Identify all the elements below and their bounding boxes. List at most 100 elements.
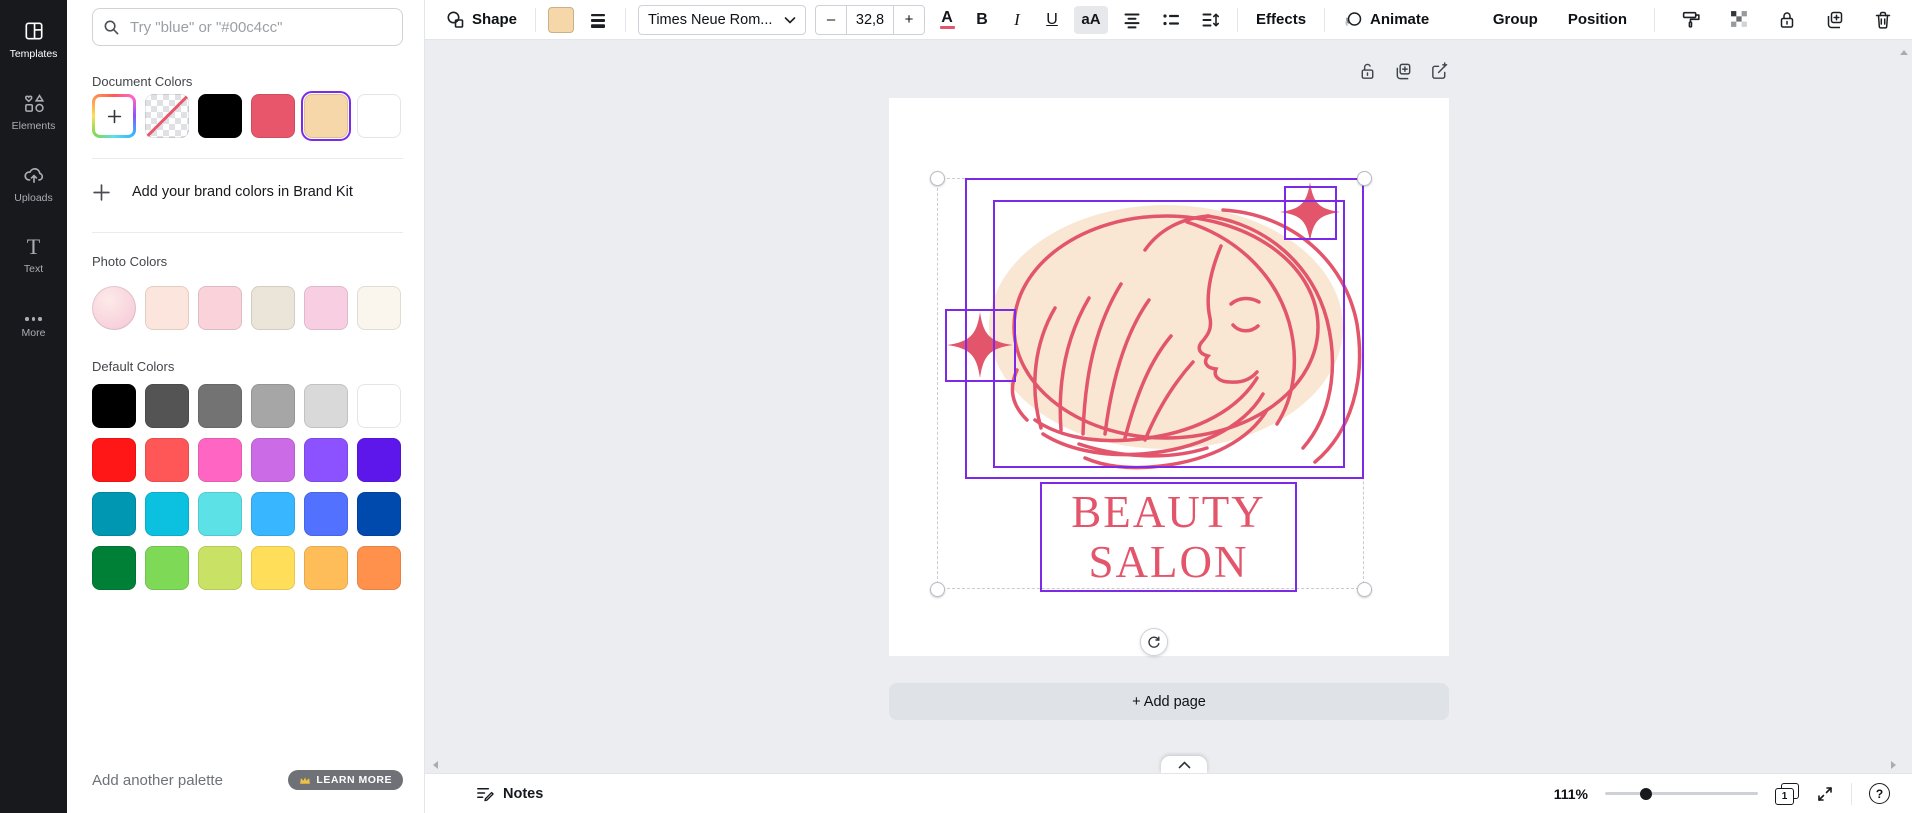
delete-button[interactable] bbox=[1868, 5, 1898, 35]
canvas-area[interactable]: BEAUTY SALON + Add page bbox=[425, 40, 1912, 773]
color-swatch[interactable] bbox=[92, 384, 136, 428]
copy-style-button[interactable] bbox=[1676, 5, 1706, 35]
spacing-button[interactable] bbox=[1195, 5, 1225, 35]
panel-footer: Add another palette LEARN MORE bbox=[92, 770, 403, 790]
no-color-swatch[interactable] bbox=[145, 94, 189, 138]
increase-font-size-button[interactable]: + bbox=[894, 6, 924, 34]
duplicate-button[interactable] bbox=[1820, 5, 1850, 35]
text-case-button[interactable]: aA bbox=[1074, 6, 1108, 34]
photo-color-swatch[interactable] bbox=[357, 286, 401, 330]
sidebar-item-uploads[interactable]: Uploads bbox=[0, 148, 67, 220]
fill-color-swatch[interactable] bbox=[548, 7, 574, 33]
default-colors-row bbox=[92, 384, 403, 428]
photo-color-swatch[interactable] bbox=[145, 286, 189, 330]
color-swatch-selected[interactable] bbox=[304, 94, 348, 138]
resize-handle-bottom-right[interactable] bbox=[1357, 582, 1372, 597]
help-button[interactable]: ? bbox=[1869, 783, 1890, 804]
color-swatch[interactable] bbox=[251, 384, 295, 428]
divider bbox=[625, 8, 626, 32]
add-color-swatch[interactable] bbox=[92, 94, 136, 138]
sidebar-item-more[interactable]: More bbox=[0, 292, 67, 364]
color-swatch[interactable] bbox=[92, 546, 136, 590]
color-swatch[interactable] bbox=[198, 94, 242, 138]
fullscreen-button[interactable] bbox=[1816, 785, 1834, 803]
photo-color-swatch[interactable] bbox=[304, 286, 348, 330]
color-swatch[interactable] bbox=[357, 438, 401, 482]
font-size-value[interactable]: 32,8 bbox=[846, 6, 894, 34]
add-another-palette-button[interactable]: Add another palette bbox=[92, 772, 223, 789]
resize-handle-top-left[interactable] bbox=[930, 171, 945, 186]
resize-handle-top-right[interactable] bbox=[1357, 171, 1372, 186]
italic-button[interactable]: I bbox=[1004, 6, 1030, 34]
color-search-input[interactable] bbox=[128, 18, 392, 37]
duplicate-page-button[interactable] bbox=[1394, 62, 1413, 81]
color-swatch[interactable] bbox=[198, 384, 242, 428]
color-swatch[interactable] bbox=[198, 546, 242, 590]
effects-button[interactable]: Effects bbox=[1250, 7, 1312, 32]
color-swatch[interactable] bbox=[304, 438, 348, 482]
animate-button[interactable]: Animate bbox=[1337, 6, 1435, 34]
color-swatch[interactable] bbox=[357, 94, 401, 138]
notes-button[interactable]: Notes bbox=[475, 784, 543, 803]
sparkle-top-right[interactable] bbox=[1280, 182, 1340, 242]
scroll-right-arrow[interactable] bbox=[1890, 760, 1898, 770]
color-swatch[interactable] bbox=[92, 492, 136, 536]
sidebar-item-text[interactable]: T Text bbox=[0, 220, 67, 292]
notes-icon bbox=[475, 784, 494, 803]
color-swatch[interactable] bbox=[145, 492, 189, 536]
decrease-font-size-button[interactable]: – bbox=[816, 6, 846, 34]
rotate-handle[interactable] bbox=[1140, 628, 1168, 656]
sidebar-item-elements[interactable]: Elements bbox=[0, 76, 67, 148]
shape-button[interactable]: Shape bbox=[439, 6, 523, 34]
design-page[interactable]: BEAUTY SALON bbox=[889, 98, 1449, 656]
color-swatch[interactable] bbox=[145, 546, 189, 590]
bold-button[interactable]: B bbox=[969, 6, 995, 34]
color-swatch[interactable] bbox=[145, 438, 189, 482]
photo-color-swatch[interactable] bbox=[251, 286, 295, 330]
expand-panel-chevron[interactable] bbox=[1161, 756, 1207, 773]
group-button[interactable]: Group bbox=[1487, 7, 1544, 32]
position-button[interactable]: Position bbox=[1562, 7, 1633, 32]
logo-title-text[interactable]: BEAUTY SALON bbox=[1040, 484, 1297, 590]
color-swatch[interactable] bbox=[357, 546, 401, 590]
color-swatch[interactable] bbox=[251, 492, 295, 536]
color-swatch[interactable] bbox=[304, 492, 348, 536]
zoom-slider-thumb[interactable] bbox=[1640, 788, 1652, 800]
more-dots-icon bbox=[25, 317, 42, 321]
color-swatch[interactable] bbox=[198, 492, 242, 536]
text-color-button[interactable]: A bbox=[934, 6, 960, 34]
photo-color-swatch[interactable] bbox=[198, 286, 242, 330]
text-align-button[interactable] bbox=[1117, 5, 1147, 35]
border-weight-button[interactable] bbox=[583, 5, 613, 35]
transparency-icon bbox=[1730, 10, 1749, 29]
learn-more-badge[interactable]: LEARN MORE bbox=[288, 770, 403, 790]
page-indicator-button[interactable]: 1 bbox=[1775, 783, 1799, 805]
color-swatch[interactable] bbox=[198, 438, 242, 482]
zoom-slider[interactable] bbox=[1605, 787, 1758, 801]
font-family-select[interactable]: Times Neue Rom... bbox=[638, 5, 806, 35]
transparency-button[interactable] bbox=[1724, 5, 1754, 35]
color-swatch[interactable] bbox=[251, 438, 295, 482]
scroll-up-arrow[interactable] bbox=[1899, 48, 1909, 56]
add-page-icon-button[interactable] bbox=[1430, 62, 1449, 81]
scroll-left-arrow[interactable] bbox=[431, 760, 439, 770]
bottom-bar: Notes 111% 1 ? bbox=[425, 773, 1912, 813]
list-button[interactable] bbox=[1156, 5, 1186, 35]
sidebar-item-templates[interactable]: Templates bbox=[0, 4, 67, 76]
color-swatch[interactable] bbox=[251, 546, 295, 590]
color-swatch[interactable] bbox=[304, 546, 348, 590]
color-swatch[interactable] bbox=[357, 384, 401, 428]
color-swatch[interactable] bbox=[145, 384, 189, 428]
text-color-bar bbox=[940, 26, 955, 29]
lock-page-button[interactable] bbox=[1358, 62, 1377, 81]
add-page-button[interactable]: + Add page bbox=[889, 683, 1449, 720]
color-swatch[interactable] bbox=[92, 438, 136, 482]
photo-color-swatch[interactable] bbox=[92, 286, 136, 330]
color-swatch[interactable] bbox=[357, 492, 401, 536]
underline-button[interactable]: U bbox=[1039, 6, 1065, 34]
resize-handle-bottom-left[interactable] bbox=[930, 582, 945, 597]
lock-button[interactable] bbox=[1772, 5, 1802, 35]
add-brand-colors-button[interactable]: Add your brand colors in Brand Kit bbox=[92, 170, 403, 214]
color-swatch[interactable] bbox=[304, 384, 348, 428]
color-swatch[interactable] bbox=[251, 94, 295, 138]
